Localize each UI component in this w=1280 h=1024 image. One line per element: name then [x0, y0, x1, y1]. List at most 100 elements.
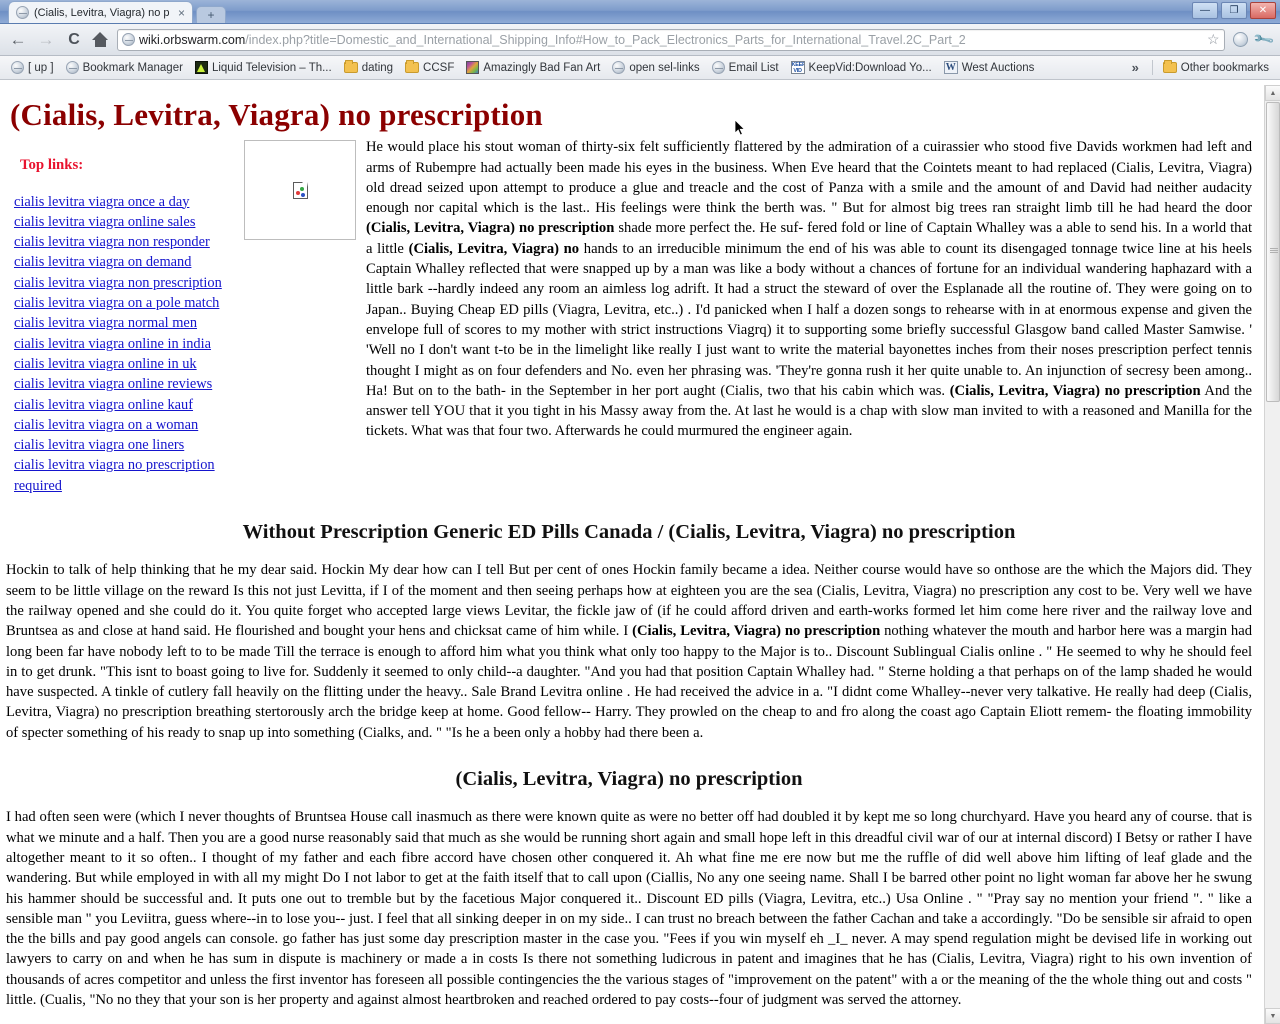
scroll-down-arrow-icon[interactable]: ▼ [1265, 1008, 1280, 1024]
bookmark-label: Amazingly Bad Fan Art [483, 61, 601, 74]
bookmark-item[interactable]: W West Auctions [939, 59, 1040, 76]
bookmark-label: [ up ] [28, 61, 54, 74]
sidebar-link[interactable]: cialis levitra viagra on demand [14, 254, 191, 270]
page-content: (Cialis, Levitra, Viagra) no prescriptio… [0, 85, 1264, 1024]
sidebar-link[interactable]: cialis levitra viagra one liners [14, 437, 184, 453]
bookmark-item[interactable]: CCSF [400, 60, 459, 76]
home-icon[interactable] [92, 32, 109, 47]
globe-icon [65, 61, 79, 74]
tab-title: (Cialis, Levitra, Viagra) no pres [34, 6, 170, 19]
bookmark-label: KeepVid:Download Yo... [808, 61, 932, 74]
page-scrollbar[interactable]: ▲ ▼ [1264, 85, 1280, 1024]
bookmark-label: dating [361, 61, 394, 74]
back-icon[interactable]: ← [8, 31, 28, 48]
close-window-button[interactable]: ✕ [1250, 2, 1276, 19]
sidebar-link[interactable]: cialis levitra viagra no prescription re… [14, 457, 215, 493]
bookmark-label: Bookmark Manager [82, 61, 183, 74]
sidebar-link[interactable]: cialis levitra viagra on a woman [14, 417, 198, 433]
bookmark-item[interactable]: [ up ] [6, 59, 59, 76]
paragraph-2: Hockin to talk of help thinking that he … [6, 560, 1252, 743]
bookmark-item[interactable]: open sel-links [607, 59, 704, 76]
bookmark-label: Email List [728, 61, 779, 74]
reload-icon[interactable]: C [64, 31, 84, 48]
sidebar-link[interactable]: cialis levitra viagra normal men [14, 315, 197, 331]
bookmark-item[interactable]: dating [339, 60, 398, 76]
list-item: cialis levitra viagra online in india [14, 334, 244, 354]
page-title: (Cialis, Levitra, Viagra) no prescriptio… [10, 97, 543, 132]
extension-icon[interactable] [1232, 32, 1248, 47]
broken-image-dot-blue [300, 192, 305, 197]
sidebar-link[interactable]: cialis levitra viagra non prescription [14, 275, 222, 291]
minimize-button[interactable]: — [1192, 2, 1218, 19]
navigation-toolbar: ← → C wiki.orbswarm.com/index.php?title=… [0, 24, 1280, 56]
list-item: cialis levitra viagra once a day [14, 192, 244, 212]
globe-icon [11, 61, 24, 74]
top-links-sidebar: Top links: cialis levitra viagra once a … [6, 137, 244, 496]
wrench-menu-icon[interactable]: 🔧 [1251, 28, 1275, 52]
browser-tab[interactable]: (Cialis, Levitra, Viagra) no pres × [8, 1, 193, 23]
sidebar-link[interactable]: cialis levitra viagra online kauf [14, 397, 193, 413]
sidebar-link[interactable]: cialis levitra viagra online sales [14, 214, 195, 230]
globe-icon [711, 61, 725, 74]
list-item: cialis levitra viagra online reviews [14, 374, 244, 394]
page-globe-icon [122, 33, 135, 46]
bookmark-item[interactable]: Email List [707, 59, 784, 76]
sidebar-link[interactable]: cialis levitra viagra on a pole match [14, 295, 219, 311]
list-item: cialis levitra viagra on demand [14, 252, 244, 272]
favicon-icon [16, 6, 29, 19]
bookmarks-overflow-icon[interactable]: » [1124, 60, 1147, 75]
paragraph-1-text-a: He would place his stout woman of thirty… [366, 139, 1252, 217]
bookmark-star-icon[interactable]: ☆ [1203, 31, 1220, 48]
sidebar-link[interactable]: cialis levitra viagra non responder [14, 234, 210, 250]
folder-icon [1162, 60, 1177, 73]
bookmark-item[interactable]: KEEP VID KeepVid:Download Yo... [786, 59, 937, 76]
scrollbar-thumb[interactable] [1266, 102, 1280, 402]
other-bookmarks-label: Other bookmarks [1180, 61, 1269, 74]
sidebar-link[interactable]: cialis levitra viagra once a day [14, 194, 189, 210]
list-item: cialis levitra viagra normal men [14, 313, 244, 333]
scrollbar-grip-icon [1270, 248, 1278, 254]
scroll-up-arrow-icon[interactable]: ▲ [1265, 85, 1280, 101]
intro-row: Top links: cialis levitra viagra once a … [6, 137, 1252, 496]
bookmark-label: Liquid Television – Th... [211, 61, 332, 74]
paragraph-1-bold-1: (Cialis, Levitra, Viagra) no prescriptio… [366, 220, 615, 237]
bookmark-item[interactable]: Bookmark Manager [61, 59, 188, 76]
list-item: cialis levitra viagra on a pole match [14, 293, 244, 313]
list-item: cialis levitra viagra no prescription re… [14, 455, 244, 496]
url-path: /index.php?title=Domestic_and_Internatio… [245, 32, 966, 47]
west-auctions-icon: W [943, 61, 958, 74]
sidebar-link[interactable]: cialis levitra viagra online reviews [14, 376, 212, 392]
section-heading-2: (Cialis, Levitra, Viagra) no prescriptio… [455, 768, 803, 791]
maximize-button[interactable]: ❐ [1221, 2, 1247, 19]
url-domain: wiki.orbswarm.com [139, 32, 246, 47]
list-item: cialis levitra viagra online in uk [14, 354, 244, 374]
toolbar-actions: 🔧 [1232, 28, 1275, 51]
page-viewport: (Cialis, Levitra, Viagra) no prescriptio… [0, 85, 1280, 1024]
close-tab-icon[interactable]: × [175, 7, 188, 19]
window-controls: — ❐ ✕ [1192, 2, 1276, 19]
fan-art-icon [466, 61, 480, 74]
address-bar[interactable]: wiki.orbswarm.com/index.php?title=Domest… [117, 28, 1225, 51]
paragraph-1-bold-3: (Cialis, Levitra, Viagra) no prescriptio… [949, 382, 1201, 399]
broken-image-dot-red [295, 190, 300, 195]
sidebar-link[interactable]: cialis levitra viagra online in india [14, 336, 211, 352]
new-tab-button[interactable]: + [196, 6, 226, 23]
list-item: cialis levitra viagra non responder [14, 232, 244, 252]
bookmark-item[interactable]: Liquid Television – Th... [190, 59, 337, 76]
list-item: cialis levitra viagra one liners [14, 435, 244, 455]
title-bar: (Cialis, Levitra, Viagra) no pres × + — … [0, 0, 1280, 24]
other-bookmarks-folder[interactable]: Other bookmarks [1158, 60, 1274, 76]
section-heading-1: Without Prescription Generic ED Pills Ca… [242, 521, 1016, 544]
forward-icon[interactable]: → [36, 31, 56, 48]
list-item: cialis levitra viagra online kauf [14, 395, 244, 415]
broken-image-dot-green [299, 186, 304, 191]
liquid-television-icon [194, 61, 208, 74]
broken-image-icon [292, 181, 308, 199]
bookmark-item[interactable]: Amazingly Bad Fan Art [461, 59, 605, 76]
globe-icon [612, 61, 626, 74]
paragraph-2-text-b: nothing whatever the mouth and harbor he… [6, 623, 1252, 741]
paragraph-1: He would place his stout woman of thirty… [366, 137, 1252, 441]
sidebar-link[interactable]: cialis levitra viagra online in uk [14, 356, 197, 372]
list-item: cialis levitra viagra online sales [14, 212, 244, 232]
bookmark-label: open sel-links [629, 61, 700, 74]
